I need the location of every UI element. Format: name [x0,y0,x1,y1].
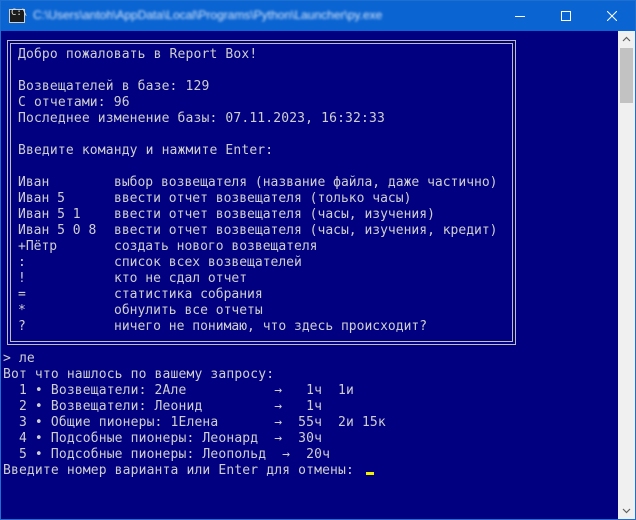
command-key: Иван 5 0 8 [18,223,97,238]
console-window: C:\ C:\Users\antoh\AppData\Local\Program… [0,0,636,520]
close-button[interactable] [589,1,635,31]
command-description: ничего не понимаю, что здесь происходит? [114,319,428,334]
maximize-button[interactable] [543,1,589,31]
stat-total: Возвещателей в базе: 129 [18,79,210,94]
search-result-item: 5 • Подсобные пионеры: Леопольд → 20ч [3,447,331,462]
close-icon [607,11,617,21]
command-description: ввести отчет возвещателя (часы, изучения… [114,207,435,222]
search-result-item: 4 • Подсобные пионеры: Леонард → 30ч [3,431,323,446]
command-key: : [18,255,26,270]
minimize-button[interactable] [497,1,543,31]
scroll-down-button[interactable] [618,502,635,519]
command-description: статистика собрания [114,287,263,302]
command-key: Иван [18,175,50,190]
text-cursor [365,472,374,475]
search-result-item: 2 • Возвещатели: Леонид → 1ч [3,399,323,414]
command-key: = [18,287,26,302]
title-bar[interactable]: C:\ C:\Users\antoh\AppData\Local\Program… [1,1,635,31]
command-description: создать нового возвещателя [114,239,318,254]
command-key: ? [18,319,26,334]
console-app-icon: C:\ [9,8,27,23]
command-description: кто не сдал отчет [114,271,248,286]
minimize-icon [515,16,525,17]
welcome-text: Добро пожаловать в Report Box! [18,47,258,62]
window-title: C:\Users\antoh\AppData\Local\Programs\Py… [33,8,383,22]
stat-reported: С отчетами: 96 [18,95,130,110]
scroll-up-button[interactable] [618,31,635,48]
selection-prompt[interactable]: Введите номер варианта или Enter для отм… [3,463,374,479]
command-description: список всех возвещателей [114,255,302,270]
command-key: Иван 5 1 [18,207,81,222]
command-prompt-text: Введите команду и нажмите Enter: [18,143,274,158]
user-input-line: > ле [3,351,35,366]
command-description: ввести отчет возвещателя (только часы) [114,191,412,206]
command-description: обнулить все отчеты [114,303,263,318]
maximize-icon [561,11,571,21]
command-description: выбор возвещателя (название файла, даже … [114,175,498,190]
chevron-up-icon [622,36,631,42]
console-output[interactable]: Добро пожаловать в Report Box! Возвещате… [1,31,618,519]
command-key: Иван 5 [18,191,65,206]
command-key: ! [18,271,26,286]
command-key: +Пётр [18,239,58,254]
stat-last-modified: Последнее изменение базы: 07.11.2023, 16… [18,111,385,126]
vertical-scrollbar[interactable] [618,31,635,519]
command-description: ввести отчет возвещателя (часы, изучения… [114,223,498,238]
selection-prompt-text: Введите номер варианта или Enter для отм… [3,463,362,478]
scrollbar-thumb[interactable] [620,48,633,103]
search-result-item: 3 • Общие пионеры: 1Елена → 55ч 2и 15к [3,415,386,430]
chevron-down-icon [622,508,631,514]
search-results-heading: Вот что нашлось по вашему запросу: [3,367,275,382]
search-result-item: 1 • Возвещатели: 2Але → 1ч 1и [3,383,354,398]
command-key: * [18,303,26,318]
